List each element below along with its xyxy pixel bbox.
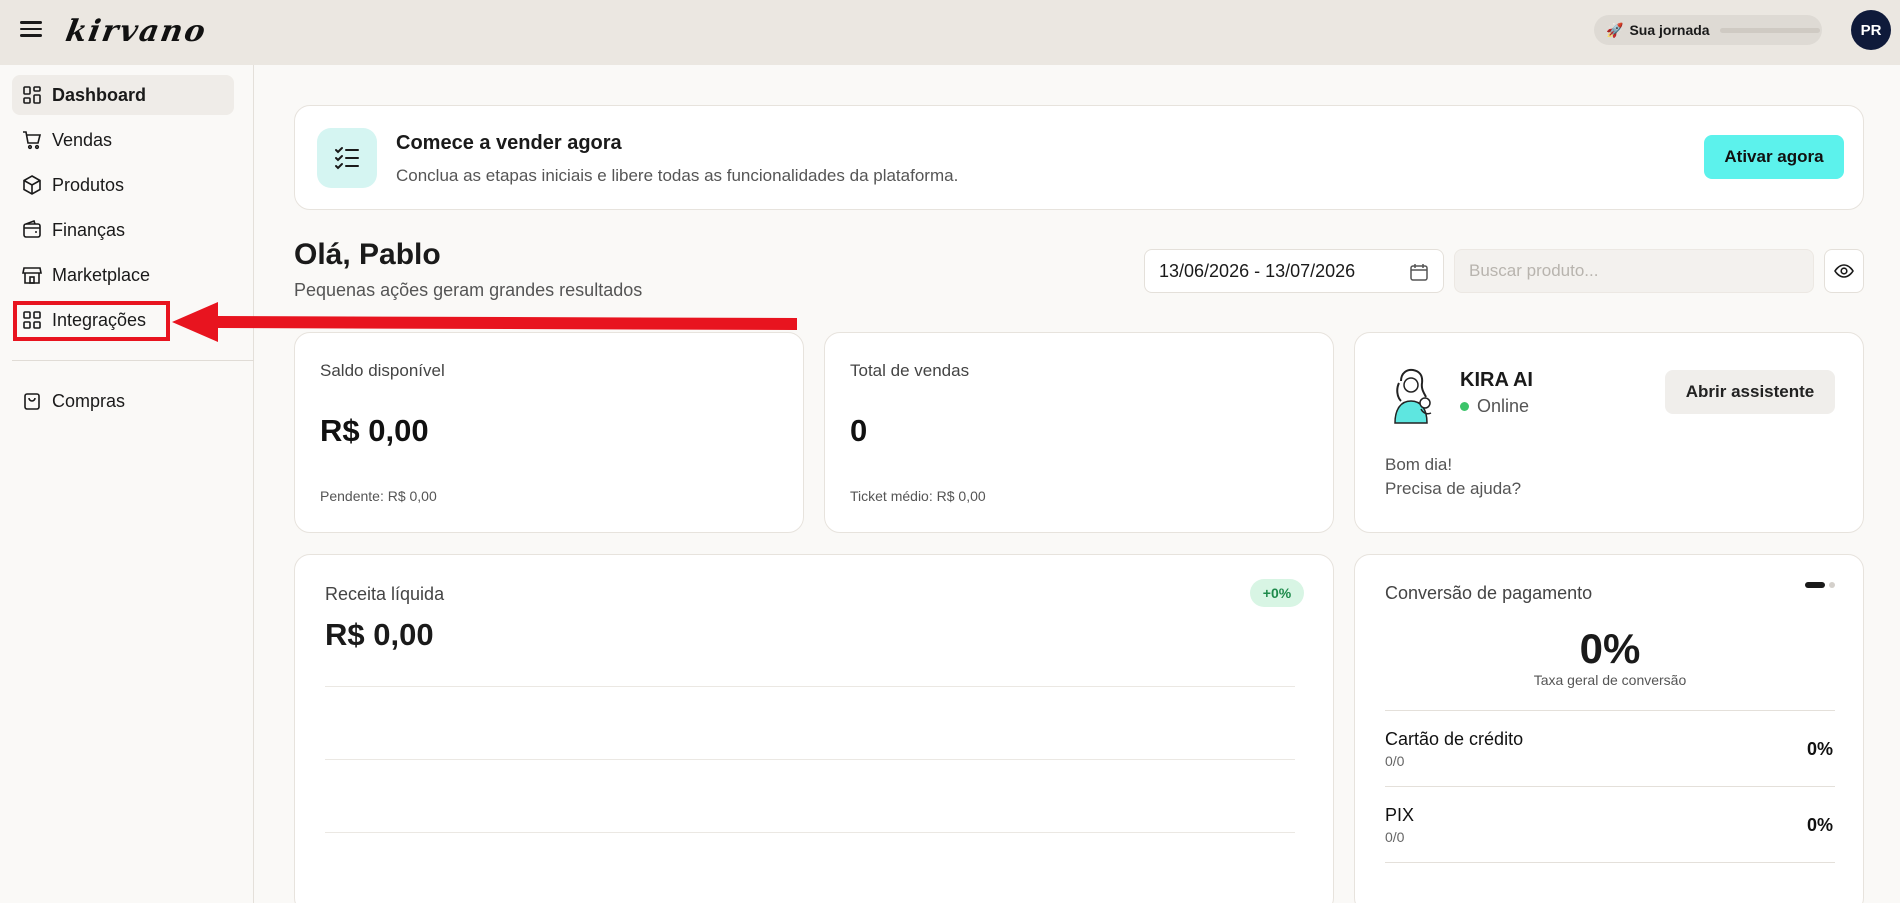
payment-method-count: 0/0	[1385, 753, 1405, 769]
cart-icon	[23, 131, 42, 150]
chart-gridline	[325, 759, 1295, 760]
toggle-visibility-button[interactable]	[1824, 249, 1864, 293]
annotation-highlight-box	[13, 301, 170, 341]
sidebar-item-label: Marketplace	[52, 264, 151, 285]
sidebar-item-vendas[interactable]: Vendas	[12, 120, 234, 160]
rocket-icon: 🚀	[1606, 21, 1624, 38]
payment-method-pct: 0%	[1806, 739, 1833, 759]
kira-status-label: Online	[1477, 396, 1530, 416]
online-dot-icon	[1460, 402, 1469, 411]
sales-card: Total de vendas 0 Ticket médio: R$ 0,00	[824, 332, 1334, 533]
divider	[1385, 710, 1835, 711]
balance-label: Saldo disponível	[320, 361, 445, 380]
greeting-subtitle: Pequenas ações geram grandes resultados	[294, 280, 643, 300]
sidebar-item-label: Produtos	[52, 174, 125, 195]
checklist-icon	[317, 128, 377, 188]
date-range-picker[interactable]: 13/06/2026 - 13/07/2026	[1144, 249, 1444, 293]
chart-gridline	[325, 832, 1295, 833]
store-icon	[22, 267, 42, 284]
sidebar-item-label: Compras	[52, 390, 126, 411]
open-assistant-button[interactable]: Abrir assistente	[1665, 370, 1835, 414]
date-range-value: 13/06/2026 - 13/07/2026	[1159, 260, 1356, 281]
sidebar-item-produtos[interactable]: Produtos	[12, 165, 234, 205]
kira-ai-card: KIRA AI Online Abrir assistente Bom dia!…	[1354, 332, 1864, 533]
payment-conversion-card: Conversão de pagamento 0% Taxa geral de …	[1354, 554, 1864, 903]
banner-subtitle: Conclua as etapas iniciais e libere toda…	[396, 166, 959, 185]
payment-method-pct: 0%	[1806, 815, 1833, 835]
sidebar: Dashboard Vendas Produtos Finanças Marke…	[0, 65, 254, 903]
bag-icon	[24, 393, 40, 410]
sales-label: Total de vendas	[850, 361, 970, 380]
sidebar-item-marketplace[interactable]: Marketplace	[12, 255, 234, 295]
sidebar-divider	[12, 360, 254, 361]
journey-progress-bar	[1719, 27, 1820, 33]
journey-label: Sua jornada	[1629, 22, 1710, 38]
conversion-rate-label: Taxa geral de conversão	[1533, 672, 1687, 688]
onboarding-banner: Comece a vender agora Conclua as etapas …	[294, 105, 1864, 210]
calendar-icon	[1410, 264, 1428, 281]
divider	[1385, 862, 1835, 863]
eye-icon	[1834, 264, 1854, 278]
user-avatar[interactable]: PR	[1851, 10, 1891, 50]
sidebar-item-compras[interactable]: Compras	[12, 381, 234, 421]
balance-value: R$ 0,00	[320, 413, 429, 448]
kira-help-text: Precisa de ajuda?	[1385, 479, 1522, 498]
chart-gridline	[325, 686, 1295, 687]
sales-value: 0	[850, 413, 868, 448]
box-icon	[23, 175, 41, 195]
journey-progress[interactable]: 🚀 Sua jornada	[1594, 15, 1822, 45]
menu-icon[interactable]	[20, 18, 44, 42]
dashboard-icon	[23, 86, 41, 104]
sidebar-item-financas[interactable]: Finanças	[12, 210, 234, 250]
app-logo[interactable]: kirvano	[63, 14, 210, 49]
wallet-icon	[23, 220, 41, 238]
search-product-input[interactable]	[1454, 249, 1814, 293]
activate-now-button[interactable]: Ativar agora	[1704, 135, 1844, 179]
kira-status: Online	[1460, 396, 1529, 417]
balance-card: Saldo disponível R$ 0,00 Pendente: R$ 0,…	[294, 332, 804, 533]
sidebar-item-dashboard[interactable]: Dashboard	[12, 75, 234, 115]
payment-method-count: 0/0	[1385, 829, 1405, 845]
payment-method-name: Cartão de crédito	[1385, 729, 1524, 749]
greeting-title: Olá, Pablo	[294, 238, 441, 271]
sidebar-item-label: Finanças	[52, 219, 126, 240]
kira-greeting: Bom dia!	[1385, 455, 1453, 474]
net-revenue-label: Receita líquida	[325, 584, 445, 604]
average-ticket: Ticket médio: R$ 0,00	[850, 488, 986, 504]
carousel-pager[interactable]	[1805, 582, 1835, 588]
net-revenue-value: R$ 0,00	[325, 617, 434, 652]
top-bar: kirvano 🚀 Sua jornada PR	[0, 0, 1900, 65]
divider	[1385, 786, 1835, 787]
sidebar-item-label: Dashboard	[52, 84, 147, 105]
payment-method-name: PIX	[1385, 805, 1415, 825]
kira-illustration	[1394, 368, 1432, 424]
revenue-change-badge: +0%	[1250, 579, 1304, 607]
sidebar-item-label: Vendas	[52, 129, 113, 150]
pending-value: Pendente: R$ 0,00	[320, 488, 437, 504]
banner-title: Comece a vender agora	[396, 132, 622, 154]
net-revenue-card: Receita líquida R$ 0,00 +0%	[294, 554, 1334, 903]
kira-name: KIRA AI	[1460, 369, 1533, 391]
conversion-rate: 0%	[1579, 625, 1641, 672]
conversion-title: Conversão de pagamento	[1385, 583, 1593, 603]
